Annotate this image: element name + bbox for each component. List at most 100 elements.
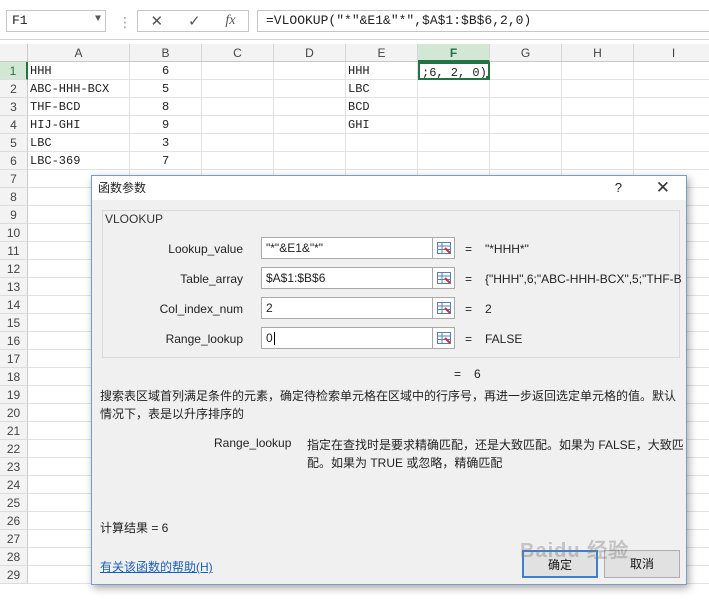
cell-f3[interactable] [418, 98, 490, 116]
row-header-12[interactable]: 12 [0, 260, 28, 278]
cell-b2[interactable]: 5 [130, 80, 202, 98]
column-header-g[interactable]: G [490, 44, 562, 62]
row-header-7[interactable]: 7 [0, 170, 28, 188]
column-header-f[interactable]: F [418, 44, 490, 62]
cell-a3[interactable]: THF-BCD [28, 98, 130, 116]
cell-c3[interactable] [202, 98, 274, 116]
range-select-icon[interactable] [433, 327, 455, 349]
help-icon[interactable]: ? [615, 176, 622, 200]
cell-b4[interactable]: 9 [130, 116, 202, 134]
cell-g1[interactable] [490, 62, 562, 80]
lookup-value-input[interactable]: "*"&E1&"*" [261, 237, 433, 259]
column-header-d[interactable]: D [274, 44, 346, 62]
row-header-27[interactable]: 27 [0, 530, 28, 548]
range-lookup-input[interactable]: 0 [261, 327, 433, 349]
cell-d3[interactable] [274, 98, 346, 116]
cell-b5[interactable]: 3 [130, 134, 202, 152]
fx-icon[interactable]: fx [225, 13, 235, 29]
cancel-button[interactable]: 取消 [604, 550, 680, 578]
row-header-25[interactable]: 25 [0, 494, 28, 512]
formula-input[interactable]: =VLOOKUP("*"&E1&"*",$A$1:$B$6,2,0) [257, 10, 709, 32]
cell-f5[interactable] [418, 134, 490, 152]
cell-d1[interactable] [274, 62, 346, 80]
range-select-icon[interactable] [433, 267, 455, 289]
cell-e6[interactable] [346, 152, 418, 170]
row-header-6[interactable]: 6 [0, 152, 28, 170]
cell-a1[interactable]: HHH [28, 62, 130, 80]
chevron-down-icon[interactable]: ▼ [95, 14, 101, 25]
row-header-22[interactable]: 22 [0, 440, 28, 458]
cell-h4[interactable] [562, 116, 634, 134]
row-header-26[interactable]: 26 [0, 512, 28, 530]
row-header-18[interactable]: 18 [0, 368, 28, 386]
column-header-b[interactable]: B [130, 44, 202, 62]
cell-i3[interactable] [634, 98, 709, 116]
row-header-11[interactable]: 11 [0, 242, 28, 260]
column-header-i[interactable]: I [634, 44, 709, 62]
cell-f6[interactable] [418, 152, 490, 170]
range-select-icon[interactable] [433, 237, 455, 259]
table-array-input[interactable]: $A$1:$B$6 [261, 267, 433, 289]
row-header-10[interactable]: 10 [0, 224, 28, 242]
cell-d2[interactable] [274, 80, 346, 98]
row-header-28[interactable]: 28 [0, 548, 28, 566]
name-box[interactable]: F1 ▼ [6, 10, 106, 32]
cell-i2[interactable] [634, 80, 709, 98]
cell-g6[interactable] [490, 152, 562, 170]
cell-g5[interactable] [490, 134, 562, 152]
row-header-13[interactable]: 13 [0, 278, 28, 296]
cell-d5[interactable] [274, 134, 346, 152]
row-header-21[interactable]: 21 [0, 422, 28, 440]
col-index-num-input[interactable]: 2 [261, 297, 433, 319]
column-header-e[interactable]: E [346, 44, 418, 62]
active-cell-f1[interactable]: ;6, 2, 0) [418, 62, 490, 80]
cell-c1[interactable] [202, 62, 274, 80]
cell-c5[interactable] [202, 134, 274, 152]
row-header-24[interactable]: 24 [0, 476, 28, 494]
range-select-icon[interactable] [433, 297, 455, 319]
close-icon[interactable]: ✕ [656, 176, 670, 199]
cell-h1[interactable] [562, 62, 634, 80]
column-header-c[interactable]: C [202, 44, 274, 62]
row-header-29[interactable]: 29 [0, 566, 28, 584]
cell-h5[interactable] [562, 134, 634, 152]
cell-e2[interactable]: LBC [346, 80, 418, 98]
cell-e1[interactable]: HHH [346, 62, 418, 80]
cell-b1[interactable]: 6 [130, 62, 202, 80]
cell-e4[interactable]: GHI [346, 116, 418, 134]
row-header-19[interactable]: 19 [0, 386, 28, 404]
cell-i5[interactable] [634, 134, 709, 152]
row-header-5[interactable]: 5 [0, 134, 28, 152]
check-icon[interactable]: ✓ [188, 12, 201, 30]
row-header-3[interactable]: 3 [0, 98, 28, 116]
cell-a5[interactable]: LBC [28, 134, 130, 152]
row-header-14[interactable]: 14 [0, 296, 28, 314]
cell-i6[interactable] [634, 152, 709, 170]
row-header-20[interactable]: 20 [0, 404, 28, 422]
cell-a2[interactable]: ABC-HHH-BCX [28, 80, 130, 98]
row-header-9[interactable]: 9 [0, 206, 28, 224]
cell-a6[interactable]: LBC-369 [28, 152, 130, 170]
row-header-1[interactable]: 1 [0, 62, 28, 80]
row-header-2[interactable]: 2 [0, 80, 28, 98]
cell-e5[interactable] [346, 134, 418, 152]
row-header-4[interactable]: 4 [0, 116, 28, 134]
ok-button[interactable]: 确定 [522, 550, 598, 578]
cell-a4[interactable]: HIJ-GHI [28, 116, 130, 134]
row-header-23[interactable]: 23 [0, 458, 28, 476]
cell-d4[interactable] [274, 116, 346, 134]
row-header-17[interactable]: 17 [0, 350, 28, 368]
cell-e3[interactable]: BCD [346, 98, 418, 116]
cell-h6[interactable] [562, 152, 634, 170]
drag-handle-icon[interactable]: ⋮ [118, 14, 132, 31]
cell-b3[interactable]: 8 [130, 98, 202, 116]
cell-f4[interactable] [418, 116, 490, 134]
row-header-15[interactable]: 15 [0, 314, 28, 332]
column-header-a[interactable]: A [28, 44, 130, 62]
cell-c2[interactable] [202, 80, 274, 98]
cell-h2[interactable] [562, 80, 634, 98]
row-header-8[interactable]: 8 [0, 188, 28, 206]
cell-b6[interactable]: 7 [130, 152, 202, 170]
column-header-h[interactable]: H [562, 44, 634, 62]
cell-c4[interactable] [202, 116, 274, 134]
